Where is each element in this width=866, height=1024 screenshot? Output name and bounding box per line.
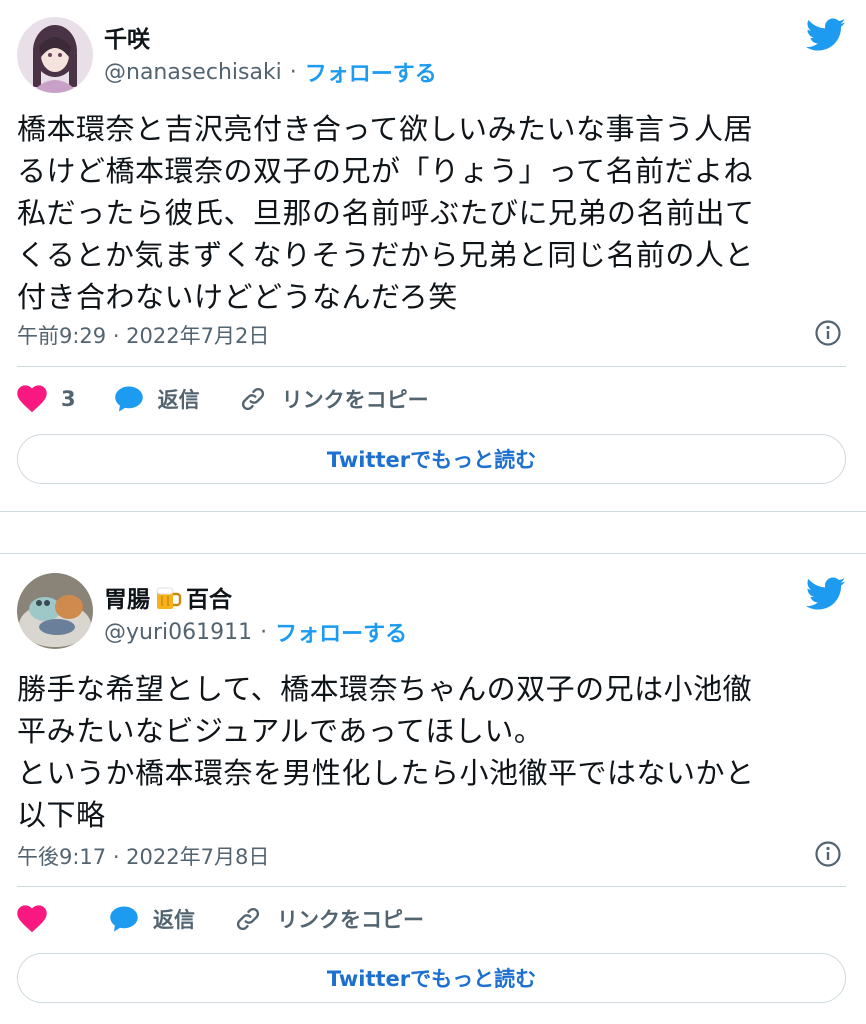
- timestamp[interactable]: 午後9:17 · 2022年7月8日: [17, 841, 269, 871]
- twitter-bird-icon[interactable]: [806, 577, 846, 611]
- info-icon[interactable]: [814, 319, 842, 347]
- reply-button[interactable]: 返信: [109, 904, 195, 934]
- author-handle-row: @yuri061911 · フォローする: [104, 616, 407, 648]
- tweet-card-1: 千咲 @nanasechisaki · フォローする 橋本環奈と吉沢亮付き合って…: [0, 0, 866, 512]
- copy-link-label: リンクをコピー: [281, 388, 429, 412]
- reply-label: 返信: [153, 908, 195, 932]
- author-name[interactable]: 千咲: [104, 20, 150, 54]
- author-handle[interactable]: @nanasechisaki: [104, 60, 282, 85]
- follow-button[interactable]: フォローする: [305, 56, 437, 88]
- timestamp[interactable]: 午前9:29 · 2022年7月2日: [17, 320, 269, 350]
- reply-label: 返信: [157, 388, 200, 412]
- info-icon[interactable]: [814, 840, 842, 868]
- separator-dot: ·: [260, 619, 268, 645]
- divider: [17, 366, 846, 367]
- author-name[interactable]: 胃腸: [104, 580, 150, 614]
- like-count: 3: [61, 387, 76, 411]
- author-name-row: 千咲: [104, 20, 150, 54]
- link-icon: [241, 387, 264, 411]
- avatar[interactable]: [17, 17, 93, 93]
- twitter-bird-icon[interactable]: [806, 18, 846, 52]
- follow-button[interactable]: フォローする: [275, 616, 407, 648]
- tweet-text: 橋本環奈と吉沢亮付き合って欲しいみたいな事言う人居 るけど橋本環奈の双子の兄が「…: [17, 112, 755, 314]
- like-button[interactable]: [17, 905, 47, 933]
- author-name-suffix[interactable]: 百合: [186, 580, 232, 614]
- author-handle-row: @nanasechisaki · フォローする: [104, 56, 437, 88]
- action-bar: 返信 リンクをコピー: [17, 904, 462, 934]
- heart-icon: [17, 905, 47, 933]
- beer-mug-icon: [156, 587, 182, 609]
- copy-link-label: リンクをコピー: [277, 908, 424, 932]
- author-name-row: 胃腸 百合: [104, 580, 232, 614]
- copy-link-button[interactable]: リンクをコピー: [238, 384, 429, 414]
- divider: [17, 886, 846, 887]
- heart-icon: [17, 385, 47, 413]
- tweet-gap: [0, 512, 866, 553]
- link-icon: [236, 907, 260, 931]
- speech-bubble-icon: [114, 386, 143, 412]
- copy-link-button[interactable]: リンクをコピー: [233, 904, 424, 934]
- action-bar: 3 返信 リンクをコピー: [17, 384, 467, 414]
- author-handle[interactable]: @yuri061911: [104, 620, 252, 645]
- reply-button[interactable]: 返信: [114, 384, 200, 414]
- separator-dot: ·: [289, 59, 297, 85]
- read-more-button[interactable]: Twitterでもっと読む: [17, 953, 846, 1003]
- avatar[interactable]: [17, 573, 93, 649]
- like-button[interactable]: 3: [17, 385, 76, 413]
- read-more-button[interactable]: Twitterでもっと読む: [17, 434, 846, 484]
- speech-bubble-icon: [110, 906, 138, 932]
- tweet-text: 勝手な希望として、橋本環奈ちゃんの双子の兄は小池徹 平みたいなビジュアルであって…: [17, 672, 755, 832]
